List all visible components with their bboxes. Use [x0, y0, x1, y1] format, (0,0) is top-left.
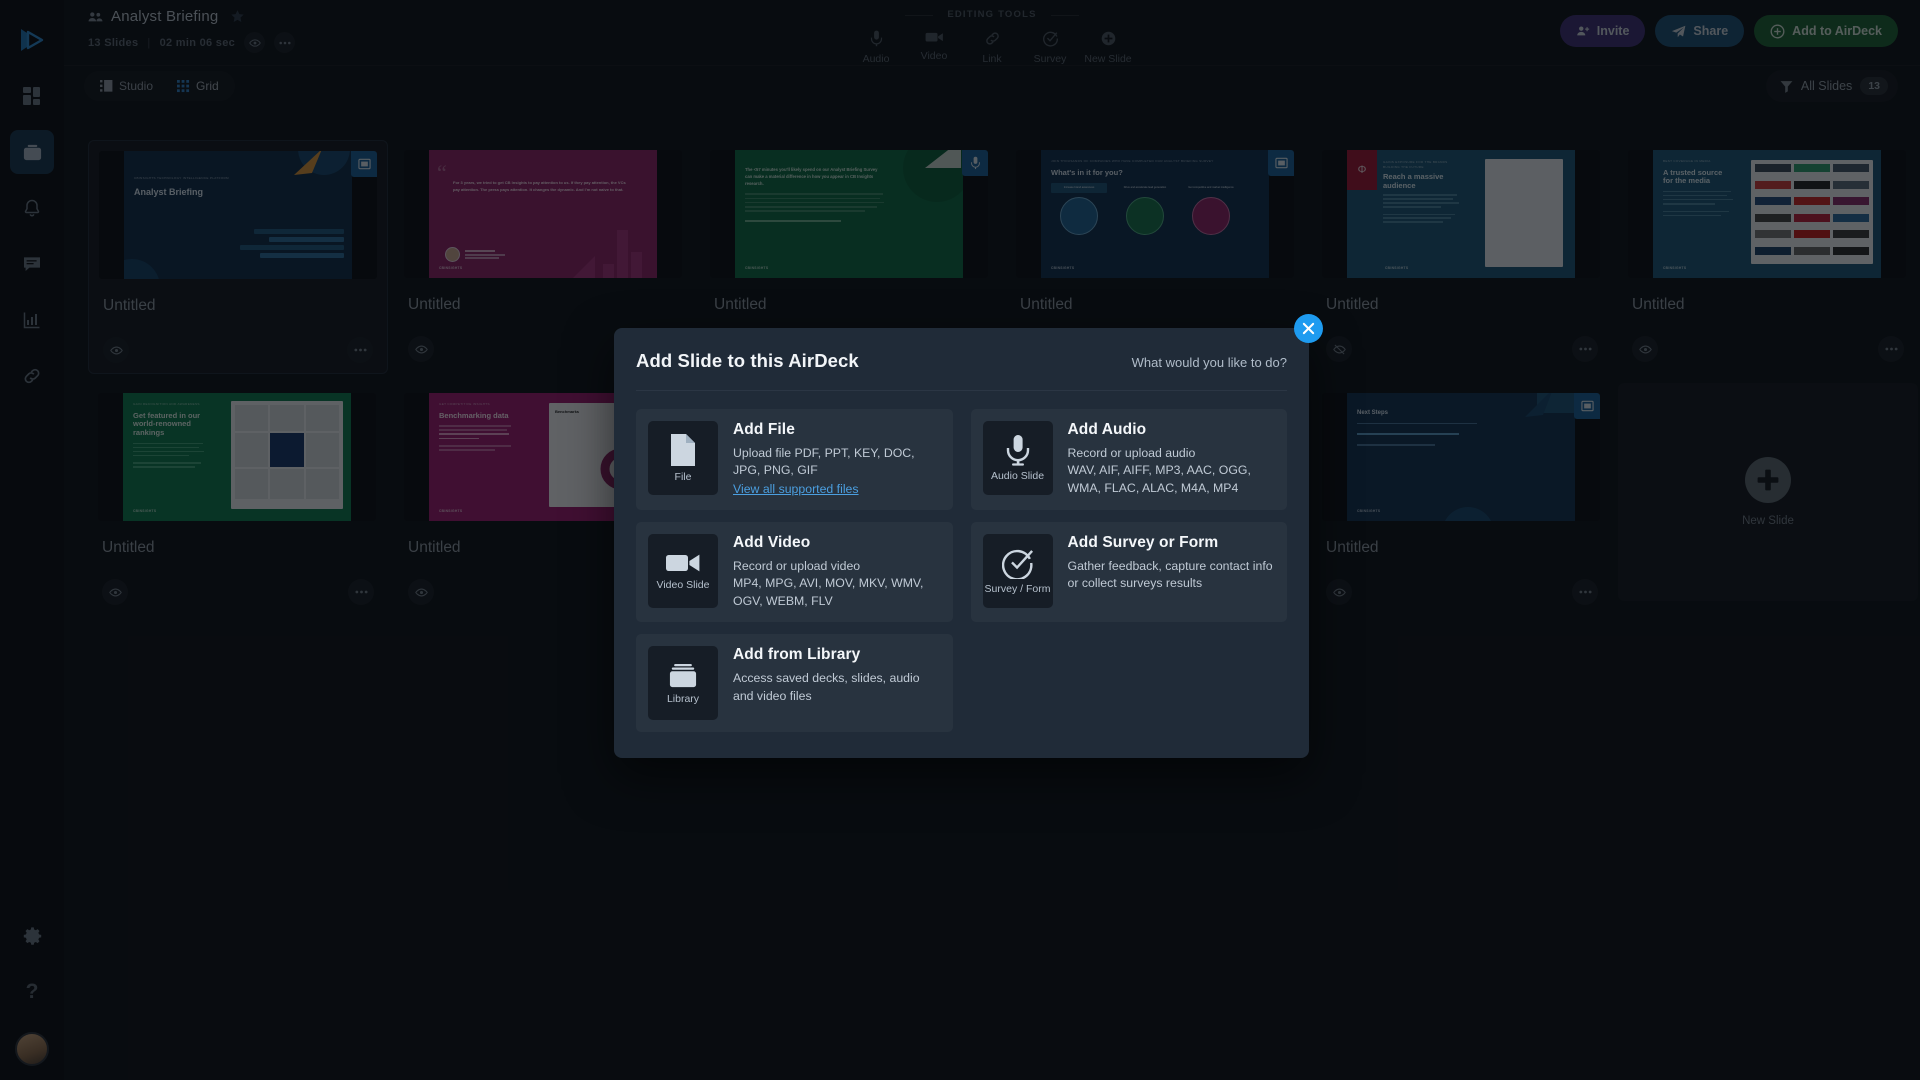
close-icon — [1302, 322, 1315, 335]
option-tile-library-label: Library — [666, 693, 700, 706]
option-tile-survey: Survey / Form — [982, 533, 1053, 608]
app-root: ? Analyst Briefing 13 Slides | 02 min 06… — [0, 0, 1920, 1080]
option-tile-video-label: Video Slide — [656, 578, 710, 591]
microphone-icon — [1006, 435, 1029, 466]
option-body-audio: Add Audio Record or upload audio WAV, AI… — [1068, 421, 1276, 497]
add-slide-modal: Add Slide to this AirDeck What would you… — [614, 314, 1323, 759]
modal-header: Add Slide to this AirDeck What would you… — [636, 328, 1287, 391]
library-icon — [669, 664, 697, 688]
option-desc-audio: Record or upload audio WAV, AIF, AIFF, M… — [1067, 446, 1251, 495]
option-desc-file: Upload file PDF, PPT, KEY, DOC, JPG, PNG… — [733, 446, 915, 478]
option-tile-video: Video Slide — [648, 533, 718, 608]
option-add-survey[interactable]: Survey / Form Add Survey or Form Gather … — [970, 521, 1287, 623]
modal-subtitle: What would you like to do? — [1131, 355, 1287, 370]
modal-title: Add Slide to this AirDeck — [636, 350, 859, 371]
check-circle-icon — [1001, 549, 1033, 579]
option-tile-file: File — [648, 421, 718, 495]
option-body-library: Add from Library Access saved decks, sli… — [733, 646, 941, 705]
option-tile-audio-label: Audio Slide — [990, 470, 1045, 482]
option-title-video: Add Video — [733, 533, 811, 551]
view-supported-files-link[interactable]: View all supported files — [733, 482, 859, 496]
option-desc-library: Access saved decks, slides, audio and vi… — [733, 671, 920, 703]
close-modal-button[interactable] — [1294, 314, 1323, 343]
option-body-survey: Add Survey or Form Gather feedback, capt… — [1068, 534, 1276, 593]
modal-options-grid: File Add File Upload file PDF, PPT, KEY,… — [636, 409, 1287, 733]
option-body-video: Add Video Record or upload video MP4, MP… — [733, 534, 941, 610]
option-body-file: Add File Upload file PDF, PPT, KEY, DOC,… — [733, 421, 941, 498]
option-add-audio[interactable]: Audio Slide Add Audio Record or upload a… — [970, 409, 1287, 510]
option-add-from-library[interactable]: Library Add from Library Access saved de… — [636, 634, 953, 733]
option-add-file[interactable]: File Add File Upload file PDF, PPT, KEY,… — [636, 409, 953, 510]
option-title-survey: Add Survey or Form — [1067, 533, 1219, 551]
option-tile-library: Library — [648, 646, 718, 721]
option-tile-audio: Audio Slide — [982, 421, 1053, 495]
option-desc-video: Record or upload video MP4, MPG, AVI, MO… — [733, 558, 924, 608]
option-title-file: Add File — [733, 421, 795, 438]
option-tile-survey-label: Survey / Form — [984, 582, 1051, 595]
option-add-video[interactable]: Video Slide Add Video Record or upload v… — [636, 521, 953, 623]
option-title-library: Add from Library — [733, 646, 861, 664]
option-tile-file-label: File — [674, 471, 692, 483]
option-title-audio: Add Audio — [1067, 421, 1147, 438]
document-icon — [671, 434, 695, 466]
option-desc-survey: Gather feedback, capture contact info or… — [1067, 558, 1273, 591]
video-camera-icon — [666, 554, 700, 572]
